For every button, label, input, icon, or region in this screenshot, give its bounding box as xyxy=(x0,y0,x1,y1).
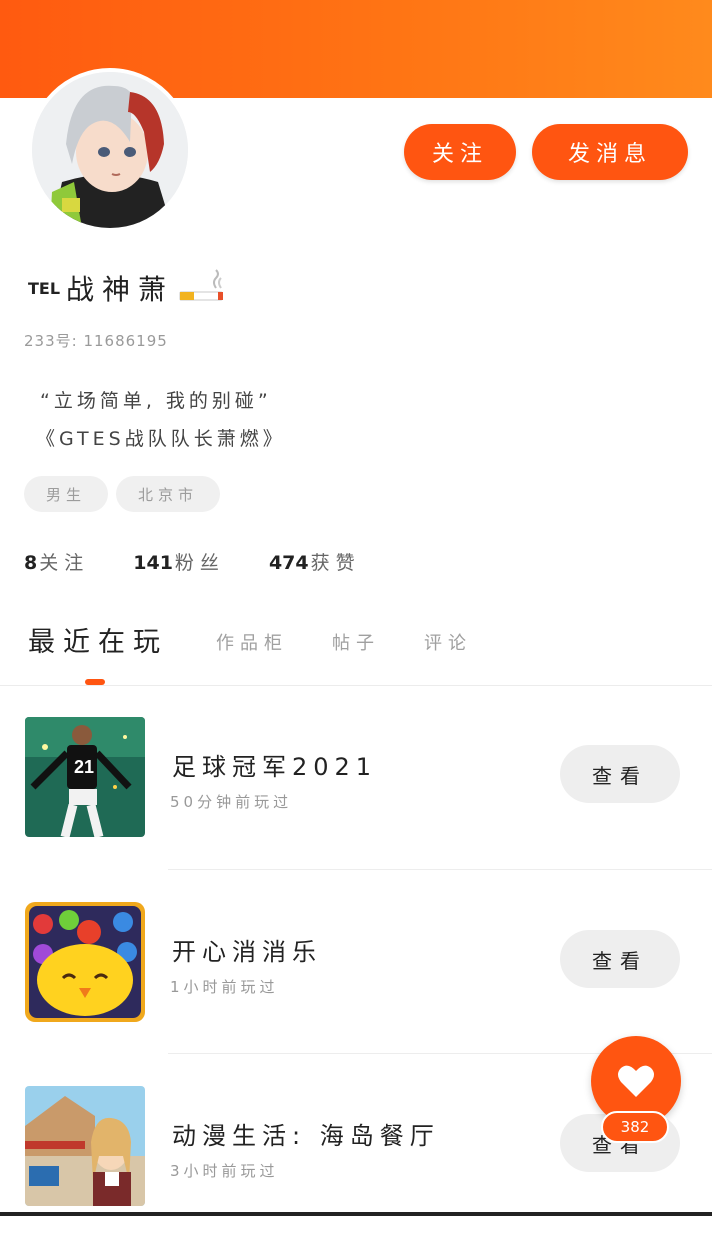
stat-number: 141 xyxy=(133,552,173,574)
like-count-badge: 382 xyxy=(601,1111,669,1143)
stat-followers[interactable]: 141 粉丝 xyxy=(133,548,225,575)
bio-line: “立场简单, 我的别碰” xyxy=(40,390,272,412)
stat-label: 粉丝 xyxy=(174,552,225,574)
stat-number: 8 xyxy=(24,552,38,574)
view-button[interactable]: 查看 xyxy=(560,930,680,988)
user-id: 233号: 11686195 xyxy=(24,332,168,350)
profile-tabs: 最近在玩 作品柜 帖子 评论 xyxy=(28,620,516,659)
stat-likes[interactable]: 474 获赞 xyxy=(269,548,361,575)
tag-location: 北京市 xyxy=(116,476,221,512)
game-thumbnail xyxy=(25,1086,145,1206)
tab-recently-played[interactable]: 最近在玩 xyxy=(28,620,168,659)
bio: “立场简单, 我的别碰” 《GTES战队队长萧燃》 xyxy=(36,382,286,458)
tab-works[interactable]: 作品柜 xyxy=(216,629,288,659)
game-last-played: 1小时前玩过 xyxy=(170,978,279,996)
game-last-played: 3小时前玩过 xyxy=(170,1162,279,1180)
heart-icon xyxy=(618,1065,654,1097)
name-prefix: TEL xyxy=(28,278,61,298)
follow-button[interactable]: 关注 xyxy=(404,124,516,180)
profile-name: 战神萧 xyxy=(66,273,175,306)
game-title: 足球冠军2021 xyxy=(172,753,378,781)
game-thumbnail xyxy=(25,902,145,1022)
game-title: 开心消消乐 xyxy=(172,938,322,966)
game-title: 动漫生活: 海岛餐厅 xyxy=(172,1122,440,1150)
send-message-button[interactable]: 发消息 xyxy=(532,124,688,180)
tag-gender: 男生 xyxy=(24,476,109,512)
stat-label: 获赞 xyxy=(310,552,361,574)
list-item[interactable]: 21 足球冠军2021 50分钟前玩过 查看 xyxy=(0,685,712,869)
profile-stats: 8 关注 141 粉丝 474 获赞 xyxy=(24,548,361,575)
stat-number: 474 xyxy=(268,552,309,574)
profile-name-row: TEL 战神萧 xyxy=(28,268,226,308)
svg-text:21: 21 xyxy=(74,757,94,777)
stat-label: 关注 xyxy=(39,552,90,574)
stat-following[interactable]: 8 关注 xyxy=(24,548,89,575)
list-item[interactable]: 开心消消乐 1小时前玩过 查看 xyxy=(0,870,712,1054)
view-button[interactable]: 查看 xyxy=(560,745,680,803)
avatar[interactable] xyxy=(28,68,192,232)
game-last-played: 50分钟前玩过 xyxy=(170,793,293,811)
cigarette-icon xyxy=(178,268,226,308)
profile-tags: 男生 北京市 xyxy=(24,476,221,512)
tab-posts[interactable]: 帖子 xyxy=(332,629,380,659)
bottom-edge xyxy=(0,1212,712,1216)
tab-comments[interactable]: 评论 xyxy=(424,629,472,659)
game-thumbnail: 21 xyxy=(25,717,145,837)
bio-line: 《GTES战队队长萧燃》 xyxy=(36,428,286,450)
